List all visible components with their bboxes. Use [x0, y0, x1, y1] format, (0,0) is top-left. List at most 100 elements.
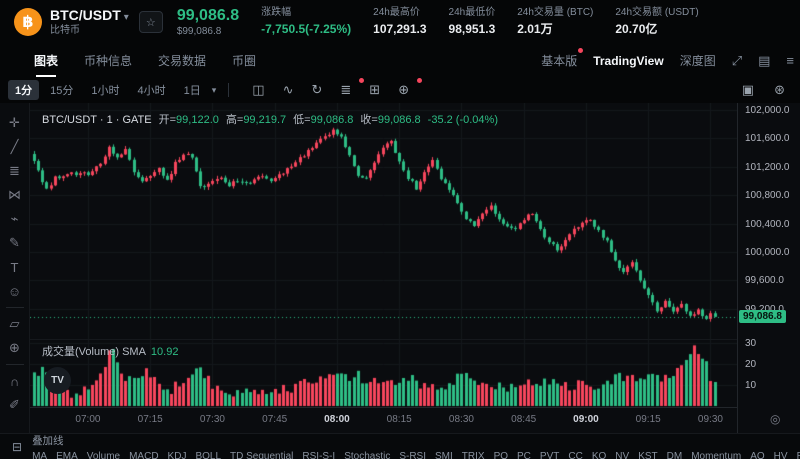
indicator-RSI-S-I[interactable]: RSI-S-I [302, 451, 335, 459]
chart-settings-icon[interactable]: ⊛ [767, 82, 792, 98]
time-tick: 09:00 [573, 414, 599, 425]
indicator-KDJ[interactable]: KDJ [168, 451, 187, 459]
stat-0: 涨跌幅 -7,750.5(-7.25%) [261, 7, 351, 36]
indicators-icon[interactable]: ∿ [276, 82, 301, 98]
view-mode-基本版[interactable]: 基本版 [541, 48, 584, 69]
time-axis[interactable]: 07:00 07:15 07:30 07:45 08:00 08:15 08:30 08:45… [30, 407, 737, 434]
indicator-DM[interactable]: DM [667, 451, 683, 459]
indicator-HV[interactable]: HV [774, 451, 788, 459]
layout-grid-icon[interactable]: ⊞ [362, 82, 387, 98]
time-tick: 09:15 [635, 414, 661, 425]
trendline-icon[interactable]: ╱ [0, 135, 29, 159]
indicator-PC[interactable]: PC [517, 451, 531, 459]
indicator-bar: ⊟ 叠加线 MA EMA Volume MACD KDJ BOLL TD Sequential… [0, 433, 800, 459]
indicator-PO[interactable]: PO [494, 451, 508, 459]
candlestick-chart-canvas[interactable] [30, 103, 737, 407]
time-tick: 07:00 [75, 414, 101, 425]
indicator-MACD[interactable]: MACD [129, 451, 158, 459]
add-indicator-icon[interactable]: ⊕ [391, 78, 423, 98]
stat-value: 98,951.3 [448, 22, 496, 37]
price-axis[interactable]: 102,000.0 101,600.0 101,200.0 100,800.0 100,… [737, 103, 800, 433]
timezone-settings-icon[interactable]: ◎ [770, 412, 780, 426]
legend-key: 高= [225, 114, 244, 126]
brush-icon[interactable]: ✎ [0, 231, 29, 255]
market-stats: 涨跌幅 -7,750.5(-7.25%) 24h最高价 107,291.3 24h最低价… [261, 7, 699, 36]
indicator-KST[interactable]: KST [638, 451, 657, 459]
indicator-叠加线[interactable]: 叠加线 [32, 435, 64, 447]
tab-图表[interactable]: 图表 [34, 44, 58, 77]
pair-selector[interactable]: ฿ BTC/USDT ▾ 比特币 [14, 7, 129, 36]
indicator-MA[interactable]: MA [32, 451, 47, 459]
list-icon[interactable]: ≡ [786, 53, 794, 68]
tab-币圈[interactable]: 币圈 [232, 44, 256, 77]
divider [5, 307, 24, 308]
replay-icon[interactable]: ↻ [304, 82, 329, 98]
indicator-TRIX[interactable]: TRIX [462, 451, 485, 459]
indicator-AO[interactable]: AO [750, 451, 764, 459]
panel-icon[interactable]: ▤ [758, 53, 770, 69]
legend-value: 99,219.7 [243, 114, 287, 126]
price-tick: 99,600.0 [745, 275, 784, 287]
chart-style-icon[interactable]: ◫ [245, 82, 271, 98]
pane-separator[interactable] [30, 339, 737, 340]
price-tick: 102,000.0 [745, 105, 790, 116]
fib-lines-icon[interactable]: ≣ [0, 159, 29, 183]
indicator-Stochastic[interactable]: Stochastic [344, 451, 390, 459]
price-tick: 101,600.0 [745, 133, 790, 145]
draw-lock-icon[interactable]: ✐ [0, 393, 29, 417]
timeframe-1分[interactable]: 1分 [8, 80, 40, 100]
current-price-tag: 99,086.8 [739, 309, 786, 323]
stat-value: 20.70亿 [615, 22, 658, 37]
time-tick: 08:30 [448, 414, 474, 425]
chevron-down-icon: ▾ [123, 11, 129, 23]
tab-交易数据[interactable]: 交易数据 [158, 44, 206, 77]
stat-3: 24h交易量 (BTC) 2.01万 [517, 7, 593, 36]
indicator-NV[interactable]: NV [615, 451, 629, 459]
tab-币种信息[interactable]: 币种信息 [84, 44, 132, 77]
legend-change: -35.2 (-0.04%) [427, 114, 498, 126]
emoji-icon[interactable]: ☺ [0, 279, 29, 303]
indicator-S-RSI[interactable]: S-RSI [399, 451, 426, 459]
magnet-icon[interactable]: ∩ [0, 369, 29, 393]
timeframe-dropdown-caret[interactable]: ▾ [208, 85, 221, 96]
indicator-Volume[interactable]: Volume [87, 451, 120, 459]
crosshair-icon[interactable]: ✛ [0, 111, 29, 135]
indicator-Momentum[interactable]: Momentum [691, 451, 741, 459]
screenshot-camera-icon[interactable]: ▣ [735, 82, 761, 98]
indicator-PVT[interactable]: PVT [540, 451, 559, 459]
price-tick: 100,800.0 [745, 190, 790, 202]
indicator-panel-icon[interactable]: ⊟ [12, 440, 22, 454]
ohlc-legend: BTC/USDT · 1 · GATE 开=99,122.0 高=99,219.7 低… [42, 111, 498, 127]
indicator-TD Sequential[interactable]: TD Sequential [230, 451, 293, 459]
expand-icon[interactable]: ⤢ [732, 53, 742, 69]
legend-symbol: BTC/USDT · 1 · GATE [42, 114, 152, 126]
time-tick: 09:30 [697, 414, 723, 425]
text-tool-icon[interactable]: T [0, 255, 29, 279]
view-mode-TradingView[interactable]: TradingView [593, 54, 663, 68]
timeframe-4小时[interactable]: 4小时 [131, 80, 173, 100]
indicator-SMI[interactable]: SMI [435, 451, 453, 459]
stat-2: 24h最低价 98,951.3 [449, 7, 496, 36]
favorite-button[interactable]: ☆ [138, 11, 163, 33]
legend-value: 99,086.8 [377, 114, 421, 126]
view-mode-深度图[interactable]: 深度图 [680, 52, 716, 69]
timeframe-1日[interactable]: 1日 [177, 80, 208, 100]
chart-area: ✛ ╱ ≣ ⋈ ⌁ ✎ T ☺ ▱ ⊕ ∩ ✐ BTC/USDT · 1 · GATE 开=99,122… [0, 103, 800, 433]
indicator-BOLL[interactable]: BOLL [195, 451, 221, 459]
legend-key: 收= [360, 114, 378, 126]
indicator-CC[interactable]: CC [568, 451, 582, 459]
order-list-icon[interactable]: ≣ [333, 78, 365, 98]
timeframe-15分[interactable]: 15分 [43, 80, 80, 100]
ruler-icon[interactable]: ▱ [0, 312, 29, 336]
time-tick: 08:15 [386, 414, 412, 425]
forecast-icon[interactable]: ⌁ [0, 207, 29, 231]
tradingview-watermark[interactable]: TV [44, 367, 71, 394]
timeframe-1小时[interactable]: 1小时 [84, 80, 126, 100]
xabcd-pattern-icon[interactable]: ⋈ [0, 183, 29, 207]
time-tick: 07:45 [262, 414, 288, 425]
indicator-EMA[interactable]: EMA [56, 451, 78, 459]
indicator-KO[interactable]: KO [592, 451, 606, 459]
indicator-Rate[interactable]: Rate [797, 451, 800, 459]
zoom-in-icon[interactable]: ⊕ [0, 336, 29, 360]
stat-4: 24h交易额 (USDT) 20.70亿 [615, 7, 698, 36]
